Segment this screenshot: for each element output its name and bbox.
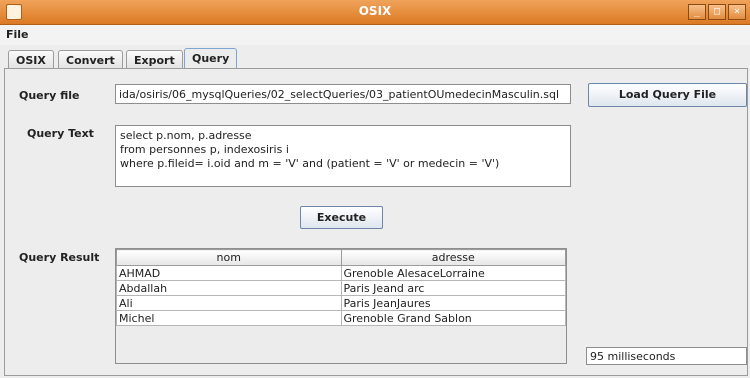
table-cell: Grenoble AlesaceLorraine [340,265,566,281]
close-button[interactable]: × [728,4,746,20]
tab-osix[interactable]: OSIX [8,50,54,70]
window-title: OSIX [358,4,392,18]
query-result-label: Query Result [19,251,100,264]
table-cell: Grenoble Grand Sablon [340,310,566,326]
tab-convert[interactable]: Convert [58,50,123,70]
query-panel: Query file ida/osiris/06_mysqlQueries/02… [4,68,748,376]
menu-file[interactable]: File [6,28,29,41]
query-file-label: Query file [19,89,80,102]
query-text-area[interactable]: select p.nom, p.adresse from personnes p… [115,125,571,187]
table-cell: Michel [116,310,342,326]
column-header-nom[interactable]: nom [116,249,342,266]
timing-field: 95 milliseconds [586,347,747,365]
query-line: select p.nom, p.adresse [120,129,252,142]
title-bar[interactable]: OSIX _ □ × [0,0,750,25]
table-cell: AHMAD [116,265,342,281]
query-file-field[interactable]: ida/osiris/06_mysqlQueries/02_selectQuer… [115,84,571,104]
table-cell: Abdallah [116,280,342,296]
column-header-adresse[interactable]: adresse [340,249,566,266]
query-result-table[interactable]: nom adresse AHMAD Grenoble AlesaceLorrai… [115,248,567,364]
table-cell: Ali [116,295,342,311]
execute-button[interactable]: Execute [300,206,383,229]
table-row[interactable]: Abdallah Paris Jeand arc [116,280,566,296]
table-cell: Paris JeanJaures [340,295,566,311]
table-row[interactable]: Michel Grenoble Grand Sablon [116,310,566,326]
tab-query[interactable]: Query [184,48,238,70]
table-row[interactable]: Ali Paris JeanJaures [116,295,566,311]
maximize-button[interactable]: □ [708,4,726,20]
query-text-label: Query Text [27,127,94,140]
query-line: from personnes p, indexosiris i [120,143,289,156]
tab-strip: OSIX Convert Export Query [0,47,750,70]
minimize-button[interactable]: _ [688,4,706,20]
query-line: where p.fileid= i.oid and m = 'V' and (p… [120,157,500,170]
table-row[interactable]: AHMAD Grenoble AlesaceLorraine [116,265,566,281]
tab-export[interactable]: Export [126,50,183,70]
menu-bar: File [0,25,750,45]
load-query-file-button[interactable]: Load Query File [588,83,747,107]
table-cell: Paris Jeand arc [340,280,566,296]
